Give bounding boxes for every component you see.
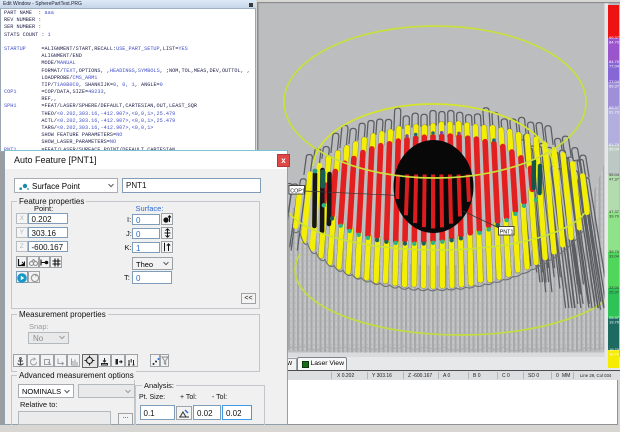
svg-text:19.70: 19.70 <box>609 352 620 357</box>
svg-text:47.37: 47.37 <box>609 177 620 182</box>
svg-text:33.04: 33.04 <box>609 254 620 259</box>
svg-text:PNT1: PNT1 <box>500 229 514 235</box>
svg-text:COP1: COP1 <box>290 188 305 194</box>
svg-text:69.37: 69.37 <box>609 84 620 89</box>
svg-text:25.37: 25.37 <box>609 290 620 295</box>
svg-text:77.04: 77.04 <box>609 64 620 69</box>
svg-text:61.70: 61.70 <box>609 110 620 115</box>
svg-text:39.70: 39.70 <box>609 214 620 219</box>
svg-text:84.70: 84.70 <box>609 40 620 45</box>
svg-text:55.04: 55.04 <box>609 147 620 152</box>
svg-text:19.70: 19.70 <box>609 320 620 325</box>
